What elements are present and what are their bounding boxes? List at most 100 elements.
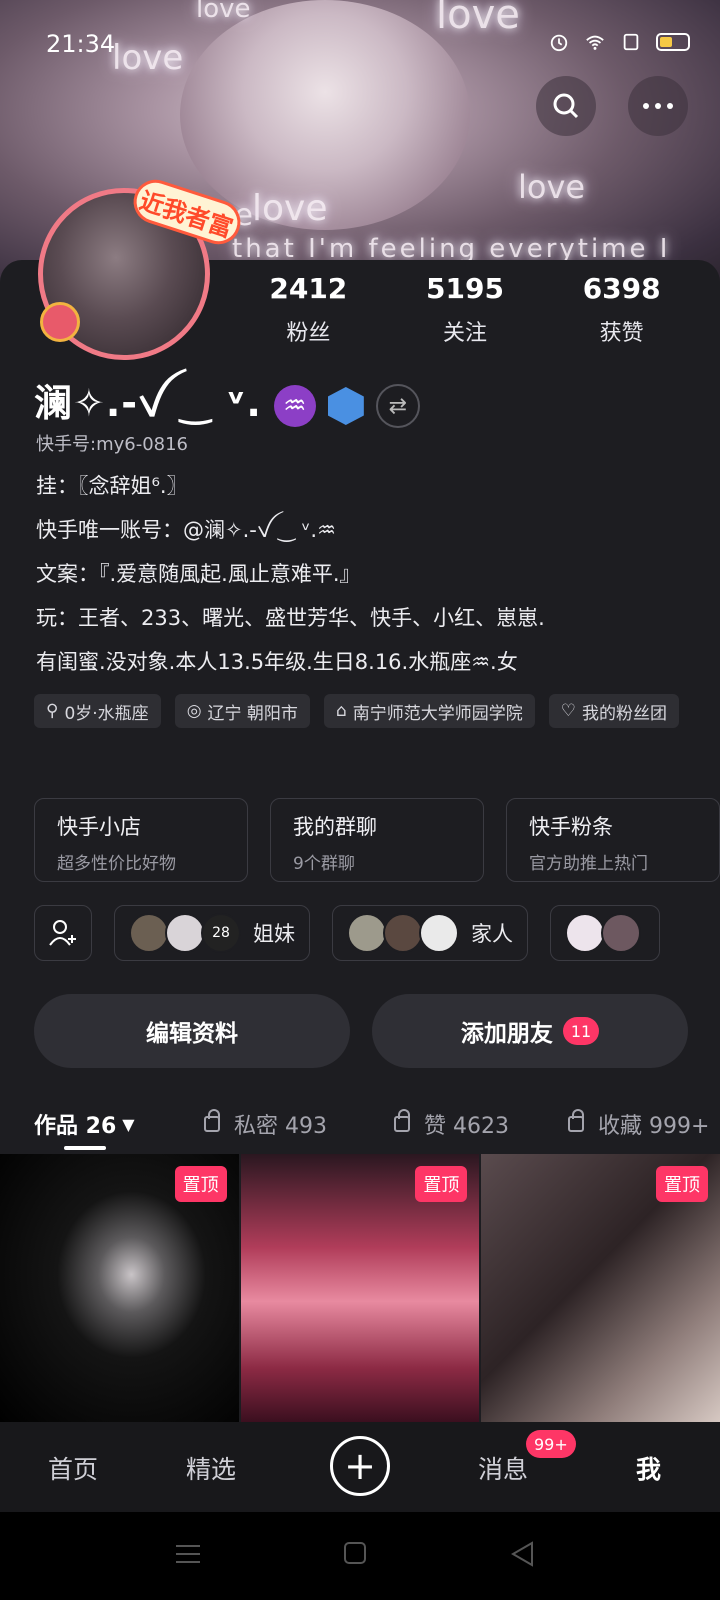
alarm-icon xyxy=(550,34,568,52)
group-name: 姐妹 xyxy=(253,922,295,946)
tab-label: 赞 4623 xyxy=(424,1114,509,1139)
bio-line: 快手唯一账号：@澜✧.-ꪜ ‿ ᵛ.♒ xyxy=(36,518,336,542)
tag-label: 0岁·水瓶座 xyxy=(64,703,149,724)
card-title: 我的群聊 xyxy=(293,815,377,839)
clock: 21:34 xyxy=(46,30,116,58)
card-title: 快手粉条 xyxy=(529,815,613,839)
edit-profile-button[interactable]: 编辑资料 xyxy=(34,994,350,1068)
add-group-button[interactable] xyxy=(34,905,92,961)
stat-likes[interactable]: 6398 获赞 xyxy=(543,272,700,347)
feature-cards: 快手小店 超多性价比好物 我的群聊 9个群聊 快手粉条 官方助推上热门 xyxy=(34,798,720,882)
stat-label: 关注 xyxy=(443,321,488,346)
profile-tags: ⚲ 0岁·水瓶座 ◎ 辽宁 朝阳市 ⌂ 南宁师范大学师园学院 ♡ 我的粉丝团 xyxy=(34,694,694,728)
bio-line: 文案：『.爱意随風起.風止意难平.』 xyxy=(36,562,361,586)
active-tab-indicator xyxy=(64,1146,106,1150)
tag-location[interactable]: ◎ 辽宁 朝阳市 xyxy=(174,694,310,728)
lock-icon xyxy=(204,1109,220,1132)
stat-label: 粉丝 xyxy=(286,321,331,346)
tab-private[interactable]: 私密 493 xyxy=(204,1108,327,1140)
chevron-down-icon: ▼ xyxy=(122,1114,135,1134)
status-bar: 21:34 xyxy=(0,26,720,66)
work-thumbnail[interactable]: 置顶 xyxy=(240,1154,480,1422)
stat-number: 2412 xyxy=(269,272,348,305)
card-subtitle: 超多性价比好物 xyxy=(57,854,176,874)
sim-icon xyxy=(623,33,639,51)
school-icon: ⌂ xyxy=(335,701,347,721)
more-button[interactable] xyxy=(628,76,688,136)
bio-section: 快手号:my6-0816 挂：〖念辞姐⁶.〗 快手唯一账号：@澜✧.-ꪜ ‿ ᵛ… xyxy=(36,430,696,684)
member-avatar xyxy=(165,913,205,953)
tag-school[interactable]: ⌂ 南宁师范大学师园学院 xyxy=(323,694,535,728)
heart-icon: ♡ xyxy=(560,701,576,721)
card-title: 快手小店 xyxy=(57,815,141,839)
tab-label: 收藏 999+ xyxy=(598,1114,710,1139)
tag-label: 我的粉丝团 xyxy=(581,703,667,724)
group-sisters[interactable]: 28 姐妹 xyxy=(114,905,310,961)
add-friend-button[interactable]: 添加朋友 11 xyxy=(372,994,688,1068)
messages-badge: 99+ xyxy=(526,1430,576,1458)
bio-line: 挂：〖念辞姐⁶.〗 xyxy=(36,474,188,498)
home-square-icon[interactable] xyxy=(342,1540,368,1566)
nav-home[interactable]: 首页 xyxy=(48,1450,98,1486)
back-triangle-icon[interactable] xyxy=(508,1540,536,1568)
profile-actions: 编辑资料 添加朋友 11 xyxy=(34,994,688,1068)
group-family[interactable]: 家人 xyxy=(332,905,528,961)
level-badge-icon[interactable] xyxy=(327,387,364,425)
menu-icon[interactable] xyxy=(174,1542,202,1566)
nav-messages[interactable]: 消息 xyxy=(478,1450,528,1486)
tag-age[interactable]: ⚲ 0岁·水瓶座 xyxy=(34,694,161,728)
location-icon: ◎ xyxy=(186,701,202,721)
battery-icon xyxy=(656,33,690,51)
kuaishou-id[interactable]: 快手号:my6-0816 xyxy=(36,430,696,460)
switch-account-button[interactable]: ⇄ xyxy=(375,384,420,428)
stat-label: 获赞 xyxy=(599,321,644,346)
lock-icon xyxy=(568,1109,584,1132)
group-name: 家人 xyxy=(471,922,513,946)
member-avatar xyxy=(347,913,387,953)
more-icon xyxy=(643,103,673,109)
member-avatar xyxy=(383,913,423,953)
stat-number: 5195 xyxy=(426,272,504,305)
bio-line: 玩：王者、233、曙光、盛世芳华、快手、小红、崽崽. xyxy=(36,606,545,630)
tab-works[interactable]: 作品 26 ▼ xyxy=(34,1108,135,1140)
cover-text: love xyxy=(252,188,328,229)
add-friend-count-badge: 11 xyxy=(562,1017,600,1045)
card-subtitle: 9个群聊 xyxy=(293,854,355,874)
card-promotion[interactable]: 快手粉条 官方助推上热门 xyxy=(506,798,720,882)
gender-icon: ⚲ xyxy=(46,701,59,721)
tag-label: 南宁师范大学师园学院 xyxy=(352,703,523,724)
member-avatar xyxy=(129,913,169,953)
member-avatar xyxy=(565,913,605,953)
member-avatar xyxy=(601,913,641,953)
tag-label: 辽宁 朝阳市 xyxy=(207,703,298,724)
button-label: 添加朋友 xyxy=(460,1021,553,1047)
create-button[interactable]: + xyxy=(330,1436,390,1496)
stat-following[interactable]: 5195 关注 xyxy=(387,272,544,347)
system-navigation-bar xyxy=(0,1512,720,1600)
plus-icon: + xyxy=(344,1444,376,1488)
pinned-badge: 置顶 xyxy=(174,1166,227,1202)
search-button[interactable] xyxy=(536,76,596,136)
button-label: 编辑资料 xyxy=(146,1021,238,1047)
work-thumbnail[interactable]: 置顶 xyxy=(481,1154,720,1422)
swap-icon: ⇄ xyxy=(388,393,408,419)
tag-fan-club[interactable]: ♡ 我的粉丝团 xyxy=(548,694,679,728)
work-thumbnail[interactable]: 置顶 xyxy=(0,1154,239,1422)
nav-me[interactable]: 我 xyxy=(636,1450,661,1486)
tab-label: 私密 493 xyxy=(234,1114,327,1139)
cover-text: love xyxy=(196,0,251,24)
card-group-chat[interactable]: 我的群聊 9个群聊 xyxy=(270,798,484,882)
member-count: 28 xyxy=(201,913,241,953)
stats-row: 2412 粉丝 5195 关注 6398 获赞 xyxy=(230,272,700,347)
nav-featured[interactable]: 精选 xyxy=(186,1450,236,1486)
tab-favorites[interactable]: 收藏 999+ xyxy=(568,1108,709,1140)
zodiac-aquarius-icon: ♒ xyxy=(273,385,316,427)
tab-liked[interactable]: 赞 4623 xyxy=(394,1108,509,1140)
group-other[interactable] xyxy=(550,905,660,961)
stat-number: 6398 xyxy=(582,272,661,305)
avatar-container[interactable]: 近我者富 xyxy=(32,174,247,362)
lock-icon xyxy=(394,1109,410,1132)
stat-fans[interactable]: 2412 粉丝 xyxy=(230,272,387,347)
content-tabs: 作品 26 ▼ 私密 493 赞 4623 收藏 999+ xyxy=(0,1096,720,1152)
card-shop[interactable]: 快手小店 超多性价比好物 xyxy=(34,798,248,882)
